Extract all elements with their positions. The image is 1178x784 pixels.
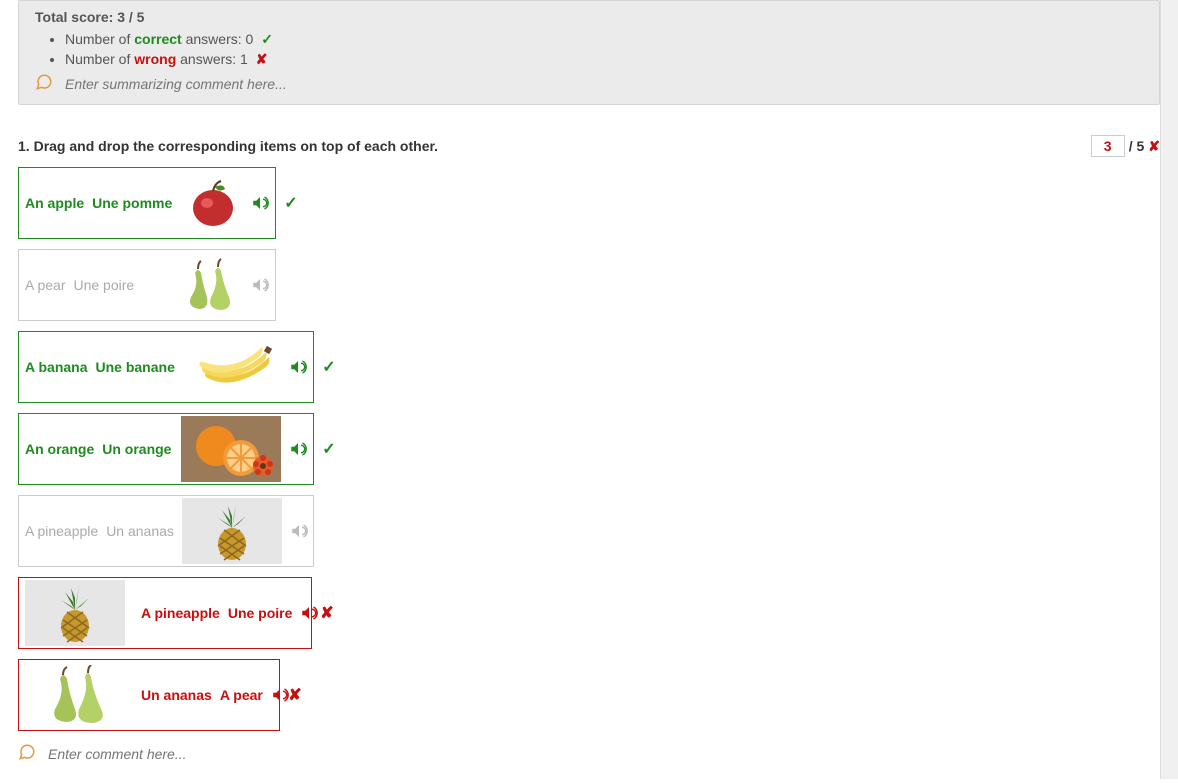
- fruit-image-banana: [191, 337, 281, 397]
- answer-card-pineapple-blank[interactable]: A pineapple Un ananas: [18, 495, 314, 567]
- french-label: Une poire: [228, 605, 293, 621]
- french-label: Une pomme: [92, 195, 172, 211]
- english-label: A banana: [25, 359, 88, 375]
- check-icon: ✓: [322, 439, 336, 459]
- total-score-label: Total score: 3 / 5: [35, 9, 1143, 25]
- french-label: Une poire: [73, 277, 134, 293]
- question-prompt: Drag and drop the corresponding items on…: [34, 138, 438, 154]
- label-pair: An apple Une pomme: [25, 195, 172, 211]
- english-label: A pear: [220, 687, 263, 703]
- score-input[interactable]: [1091, 135, 1125, 157]
- summary-comment-row: [35, 73, 1143, 94]
- english-label: An apple: [25, 195, 84, 211]
- summary-list: Number of correct answers: 0 ✓ Number of…: [65, 29, 1143, 69]
- french-label: Un orange: [102, 441, 171, 457]
- text: answers: 0: [182, 31, 254, 47]
- score-denom: / 5: [1129, 138, 1145, 154]
- english-label: An orange: [25, 441, 94, 457]
- english-label: A pineapple: [25, 523, 98, 539]
- speaker-icon[interactable]: [300, 604, 318, 622]
- label-pair: A pineapple Un ananas: [25, 523, 174, 539]
- answer-card-pear-blank[interactable]: A pear Une poire: [18, 249, 276, 321]
- question-comment-row: [18, 743, 1160, 764]
- card-row: A pineapple Un ananas: [18, 495, 1160, 567]
- text: answers: 1: [176, 51, 248, 67]
- scrollbar-gutter[interactable]: [1160, 0, 1178, 779]
- text: Number of: [65, 51, 134, 67]
- card-row: A pear Une poire: [18, 249, 1160, 321]
- comment-icon[interactable]: [18, 743, 36, 764]
- label-pair: A pineapple Une poire: [141, 605, 292, 621]
- cross-icon: ✘: [1148, 138, 1160, 155]
- english-label: A pear: [25, 277, 65, 293]
- answer-card-orange[interactable]: An orange Un orange: [18, 413, 314, 485]
- wrong-word: wrong: [134, 51, 176, 67]
- card-row: A pineapple Une poire ✘: [18, 577, 1160, 649]
- speaker-icon[interactable]: [271, 686, 289, 704]
- answer-card-banana[interactable]: A banana Une banane: [18, 331, 314, 403]
- french-label: Une banane: [96, 359, 175, 375]
- cross-icon: ✘: [256, 51, 268, 67]
- answer-card-wrong-pineapple[interactable]: A pineapple Une poire: [18, 577, 312, 649]
- speaker-icon[interactable]: [289, 440, 307, 458]
- question-comment-input[interactable]: [46, 745, 1160, 763]
- card-row: An orange Un orange: [18, 413, 1160, 485]
- question-header: 1. Drag and drop the corresponding items…: [18, 135, 1160, 157]
- label-pair: A banana Une banane: [25, 359, 175, 375]
- check-icon: ✓: [261, 31, 273, 47]
- speaker-icon[interactable]: [251, 276, 269, 294]
- label-pair: An orange Un orange: [25, 441, 171, 457]
- speaker-icon[interactable]: [251, 194, 269, 212]
- fruit-image-orange: [181, 416, 281, 482]
- speaker-icon[interactable]: [290, 522, 308, 540]
- summary-correct-line: Number of correct answers: 0 ✓: [65, 29, 1143, 49]
- question-text: 1. Drag and drop the corresponding items…: [18, 138, 438, 154]
- summary-comment-input[interactable]: [63, 75, 1143, 93]
- speaker-icon[interactable]: [289, 358, 307, 376]
- fruit-image-pear: [173, 255, 243, 315]
- card-row: Un ananas A pear ✘: [18, 659, 1160, 731]
- check-icon: ✓: [284, 193, 298, 213]
- summary-box: Total score: 3 / 5 Number of correct ans…: [18, 0, 1160, 105]
- answer-card-wrong-pear[interactable]: Un ananas A pear: [18, 659, 280, 731]
- fruit-image-pineapple: [182, 498, 282, 564]
- cards-container: An apple Une pomme ✓ A pear Une poire: [18, 167, 1160, 731]
- question-number: 1.: [18, 138, 30, 154]
- french-label: Un ananas: [106, 523, 174, 539]
- fruit-image-pear: [25, 665, 125, 725]
- card-row: An apple Une pomme ✓: [18, 167, 1160, 239]
- label-pair: A pear Une poire: [25, 277, 134, 293]
- summary-wrong-line: Number of wrong answers: 1 ✘: [65, 49, 1143, 69]
- question-score: / 5 ✘: [1091, 135, 1160, 157]
- fruit-image-apple: [183, 173, 243, 233]
- check-icon: ✓: [322, 357, 336, 377]
- text: Number of: [65, 31, 134, 47]
- cross-icon: ✘: [320, 603, 334, 623]
- cross-icon: ✘: [288, 685, 302, 705]
- correct-word: correct: [134, 31, 181, 47]
- comment-icon[interactable]: [35, 73, 53, 94]
- fruit-image-pineapple: [25, 580, 125, 646]
- card-row: A banana Une banane ✓: [18, 331, 1160, 403]
- label-pair: Un ananas A pear: [141, 687, 263, 703]
- english-label: A pineapple: [141, 605, 220, 621]
- french-label: Un ananas: [141, 687, 212, 703]
- answer-card-apple[interactable]: An apple Une pomme: [18, 167, 276, 239]
